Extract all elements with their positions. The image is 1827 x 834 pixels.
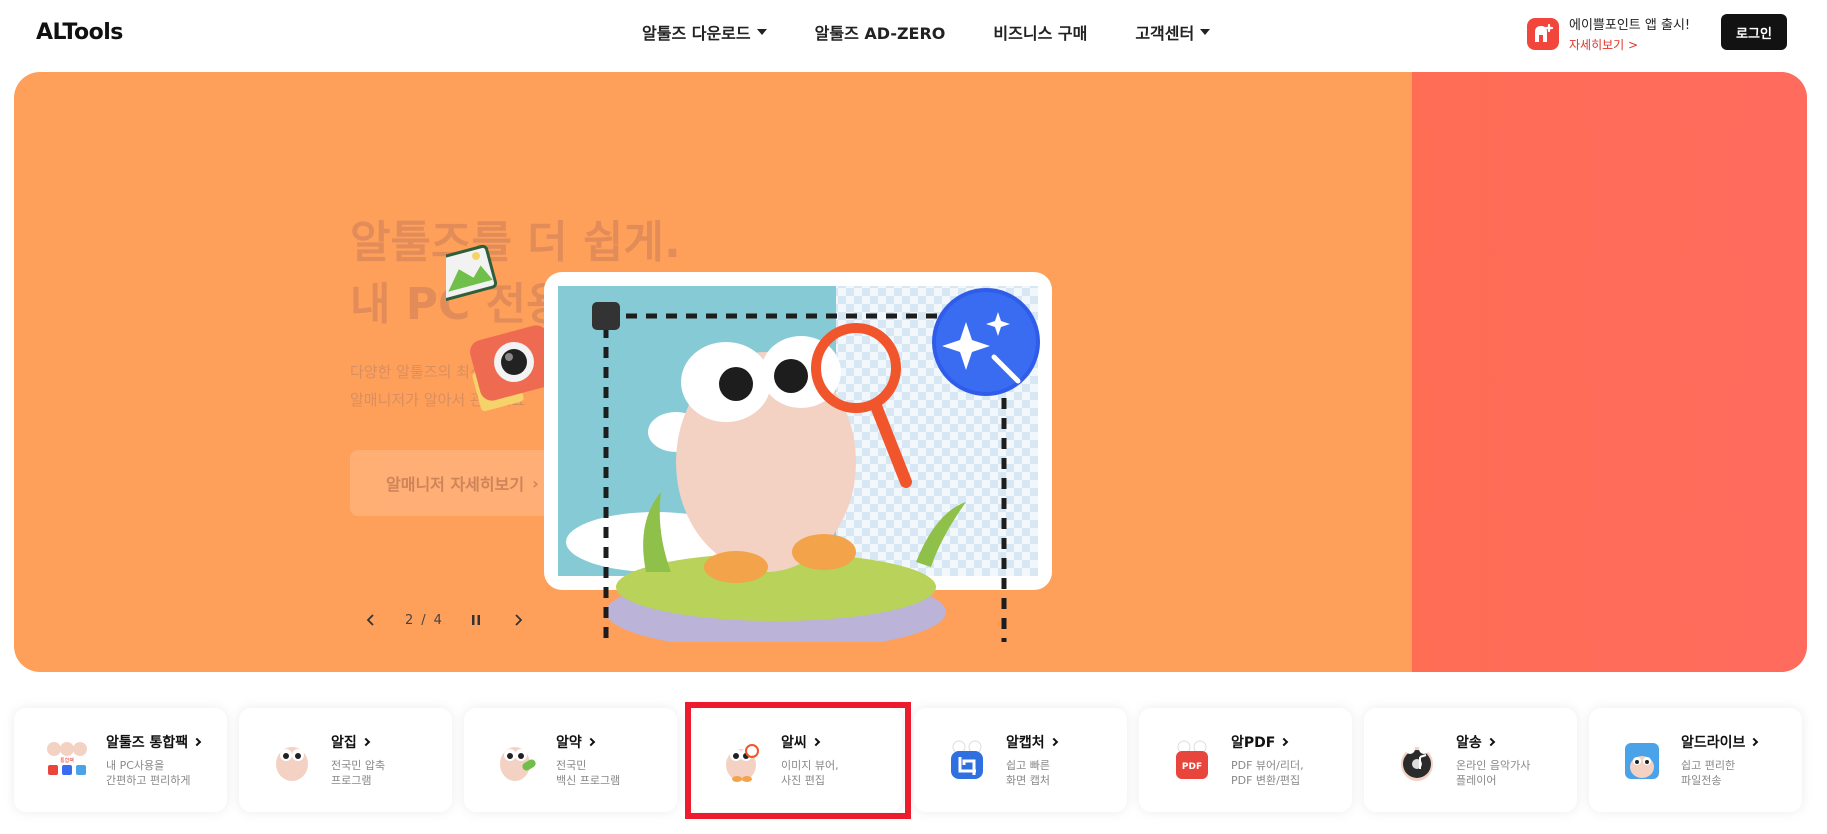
next-slide-button[interactable] xyxy=(506,608,530,632)
alsee-icon xyxy=(719,737,765,783)
product-desc-line1: 온라인 음악가사 xyxy=(1456,759,1531,772)
product-name: 알툴즈 통합팩 xyxy=(106,735,189,751)
nav-business-label: 비즈니스 구매 xyxy=(993,24,1088,43)
svg-text:PDF: PDF xyxy=(1182,762,1202,772)
app-promo[interactable]: 에이쁠포인트 앱 출시! 자세히보기 > xyxy=(1527,14,1690,53)
chevron-left-icon xyxy=(366,614,374,626)
pause-button[interactable] xyxy=(464,608,488,632)
nav-ad-zero[interactable]: 알툴즈 AD-ZERO xyxy=(815,20,946,44)
product-card-alzip[interactable]: 알집 전국민 압축프로그램 xyxy=(239,708,452,812)
caret-down-icon xyxy=(1200,29,1211,35)
svg-text:통합팩: 통합팩 xyxy=(60,757,74,764)
nav-support-label: 고객센터 xyxy=(1135,24,1195,43)
slide-separator: / xyxy=(421,612,426,628)
chevron-right-icon xyxy=(1750,737,1759,747)
product-name: 알PDF xyxy=(1231,735,1276,751)
product-desc-line2: 플레이어 xyxy=(1456,774,1497,787)
product-name: 알송 xyxy=(1456,735,1482,751)
product-card-alsong[interactable]: 알송 온라인 음악가사플레이어 xyxy=(1364,708,1577,812)
product-card-alyac[interactable]: 알약 전국민백신 프로그램 xyxy=(464,708,677,812)
nav-ad-zero-label: 알툴즈 AD-ZERO xyxy=(814,24,946,43)
promo-link[interactable]: 자세히보기 > xyxy=(1569,36,1690,53)
chevron-right-icon xyxy=(811,737,821,747)
alsee-illustration xyxy=(446,244,1052,642)
alsong-icon xyxy=(1394,737,1440,783)
product-desc-line2: PDF 변환/편집 xyxy=(1231,774,1301,787)
alzip-icon xyxy=(269,737,315,783)
photo-frame-icon xyxy=(446,244,498,302)
login-button[interactable]: 로그인 xyxy=(1721,14,1787,50)
promo-text: 에이쁠포인트 앱 출시! 자세히보기 > xyxy=(1569,14,1690,53)
product-desc-line1: 쉽고 빠른 xyxy=(1006,759,1050,772)
product-desc-line2: 간편하고 편리하게 xyxy=(106,774,191,787)
alyac-icon xyxy=(494,737,540,783)
product-card-alcapture[interactable]: 알캡처 쉽고 빠른화면 캡처 xyxy=(914,708,1127,812)
chevron-right-icon xyxy=(361,737,371,747)
altools-pack-icon: 통합팩 xyxy=(44,737,90,783)
product-desc-line1: 전국민 압축 xyxy=(331,759,386,772)
aldrive-icon xyxy=(1619,737,1665,783)
hero-next-slide-peek xyxy=(1412,72,1807,672)
slide-current: 2 xyxy=(405,612,414,628)
a-plus-app-icon xyxy=(1527,17,1559,50)
product-desc-line1: 쉽고 편리한 xyxy=(1681,759,1736,772)
product-desc-line2: 화면 캡처 xyxy=(1006,774,1050,787)
product-desc-line2: 파일전송 xyxy=(1681,774,1722,787)
hero-banner: 알툴즈를 더 쉽게. 내 PC 전용 매니저 다양한 알툴즈의 최신 버전을 놓… xyxy=(14,72,1807,672)
chevron-right-icon xyxy=(1049,737,1058,747)
product-name: 알씨 xyxy=(781,735,807,751)
slide-counter: 2 / 4 xyxy=(405,613,442,628)
main-nav: 알툴즈 다운로드 알툴즈 AD-ZERO 비즈니스 구매 고객센터 xyxy=(642,20,1211,44)
promo-title: 에이쁠포인트 앱 출시! xyxy=(1569,18,1691,33)
alpdf-icon: PDF xyxy=(1169,737,1215,783)
pause-icon xyxy=(471,615,480,625)
chevron-right-icon xyxy=(1486,737,1496,747)
prev-slide-button[interactable] xyxy=(359,608,383,632)
nav-support[interactable]: 고객센터 xyxy=(1135,20,1211,44)
product-name: 알집 xyxy=(331,735,357,751)
product-card-altools-pack[interactable]: 통합팩 알툴즈 통합팩 내 PC사용을간편하고 편리하게 xyxy=(14,708,227,812)
product-card-alsee[interactable]: 알씨 이미지 뷰어, 사진 편집 xyxy=(689,708,902,812)
product-desc-line2: 백신 프로그램 xyxy=(556,774,621,787)
product-name: 알약 xyxy=(556,735,582,751)
chevron-right-icon xyxy=(515,614,523,626)
slide-pager: 2 / 4 xyxy=(359,608,530,632)
alcapture-icon xyxy=(944,737,990,783)
slide-total: 4 xyxy=(433,612,442,628)
product-list: 통합팩 알툴즈 통합팩 내 PC사용을간편하고 편리하게 알집 전국민 압축프로… xyxy=(14,708,1807,812)
product-name: 알캡처 xyxy=(1006,735,1045,751)
top-header: ALTools 알툴즈 다운로드 알툴즈 AD-ZERO 비즈니스 구매 고객센… xyxy=(0,0,1827,70)
nav-business[interactable]: 비즈니스 구매 xyxy=(993,20,1087,44)
product-card-aldrive[interactable]: 알드라이브 쉽고 편리한파일전송 xyxy=(1589,708,1802,812)
product-name: 알드라이브 xyxy=(1681,735,1746,751)
product-desc-line1: PDF 뷰어/리더, xyxy=(1231,759,1304,772)
altools-logo[interactable]: ALTools xyxy=(36,20,123,45)
product-card-alpdf[interactable]: PDF 알PDF PDF 뷰어/리더, PDF 변환/편집 xyxy=(1139,708,1352,812)
chevron-right-icon xyxy=(192,737,202,747)
product-desc-line1: 이미지 뷰어, xyxy=(781,759,839,772)
caret-down-icon xyxy=(756,29,767,35)
chevron-right-icon xyxy=(1280,737,1289,747)
chevron-right-icon xyxy=(586,737,596,747)
nav-download[interactable]: 알툴즈 다운로드 xyxy=(642,20,767,44)
product-desc-line1: 내 PC사용을 xyxy=(106,759,165,772)
product-desc-line1: 전국민 xyxy=(556,759,587,772)
product-desc-line2: 프로그램 xyxy=(331,774,372,787)
nav-download-label: 알툴즈 다운로드 xyxy=(642,24,751,43)
product-desc-line2: 사진 편집 xyxy=(781,774,825,787)
